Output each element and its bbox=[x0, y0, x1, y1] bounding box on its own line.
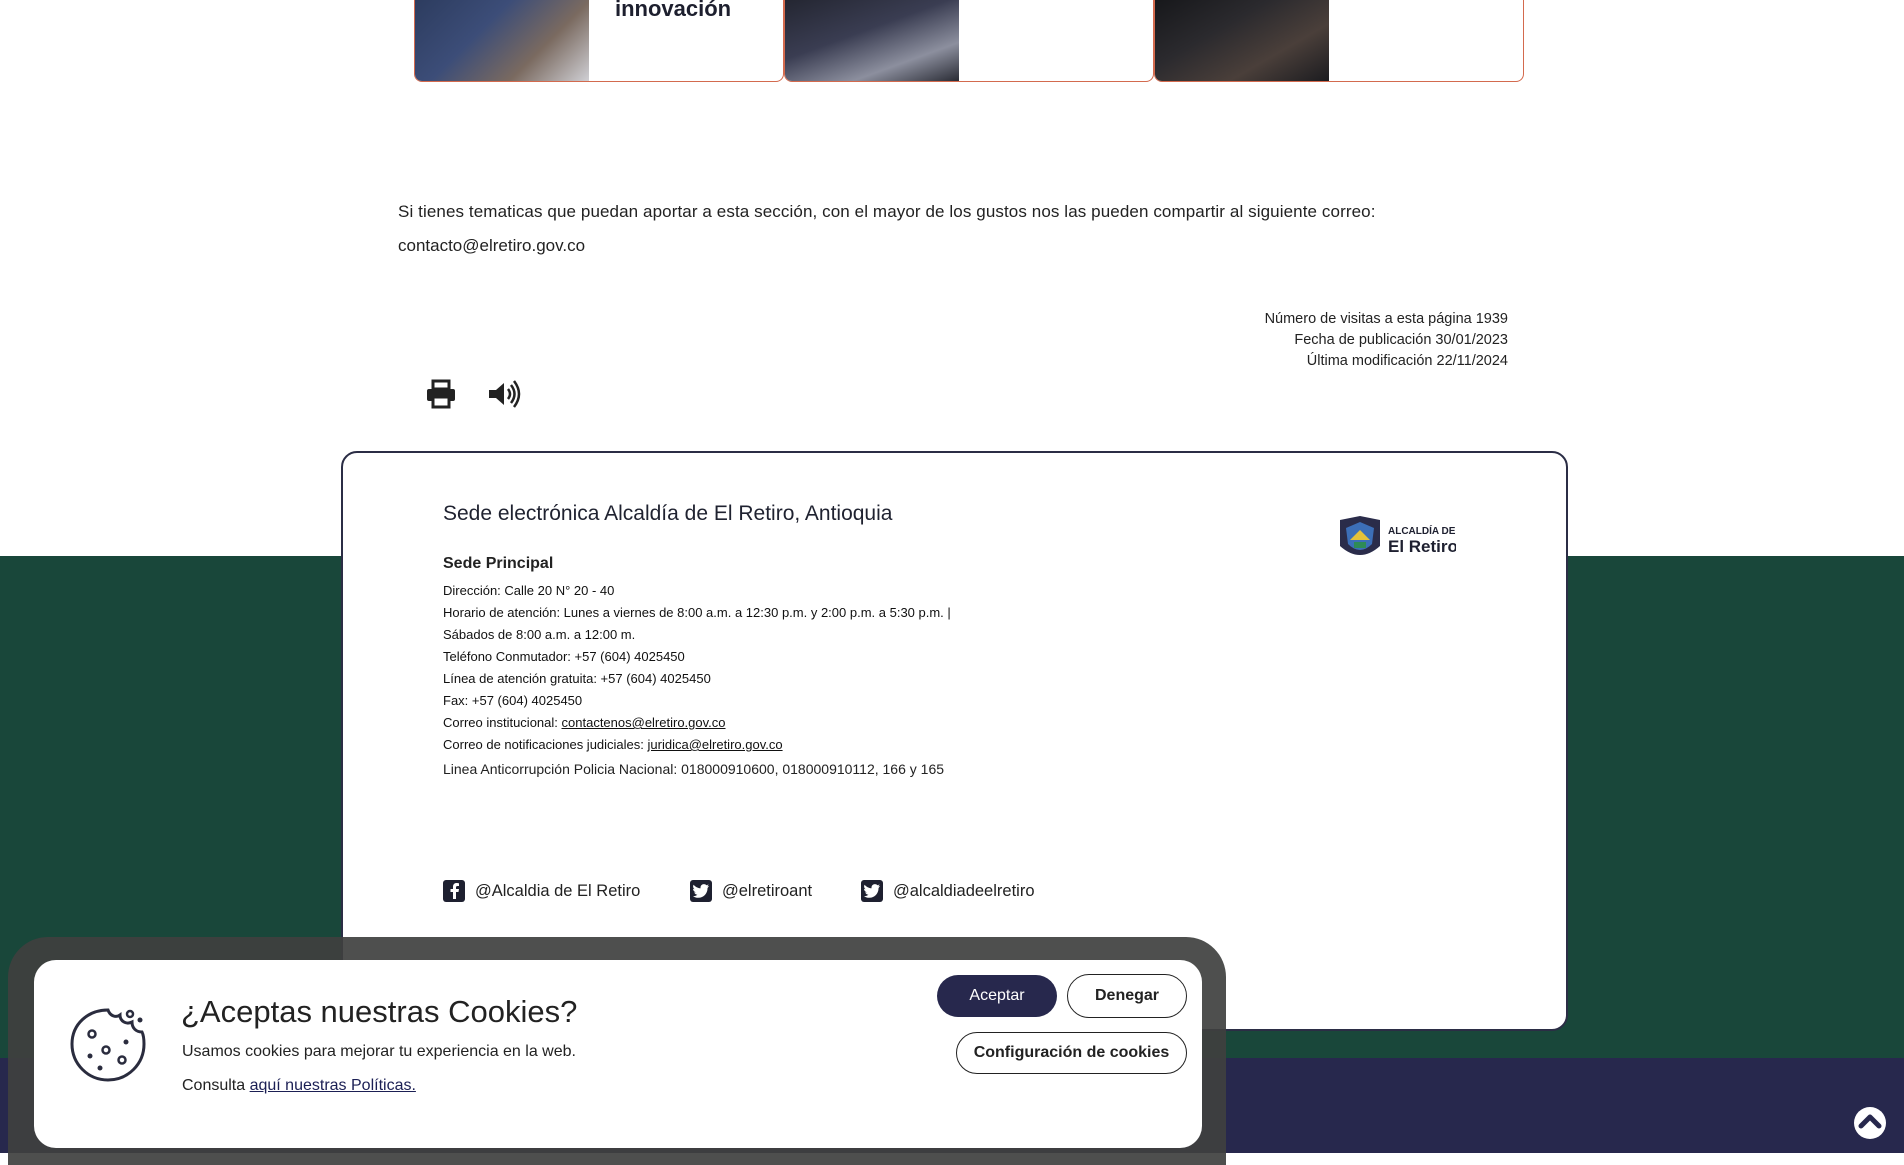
address: Dirección: Calle 20 N° 20 - 40 bbox=[443, 583, 615, 598]
modified-date: Última modificación 22/11/2024 bbox=[1306, 353, 1508, 369]
card-image bbox=[785, 0, 959, 81]
card-image bbox=[415, 0, 589, 81]
office-hours: Horario de atención: Lunes a viernes de … bbox=[443, 605, 951, 642]
speaker-icon[interactable] bbox=[486, 378, 522, 412]
cookie-icon bbox=[70, 1006, 146, 1082]
contact-email[interactable]: contacto@elretiro.gov.co bbox=[398, 236, 585, 256]
switchboard-phone: Teléfono Conmutador: +57 (604) 4025450 bbox=[443, 649, 685, 664]
card-title: innovación bbox=[615, 0, 732, 21]
svg-text:El Retiro: El Retiro bbox=[1388, 537, 1456, 556]
accept-cookies-button[interactable]: Aceptar bbox=[937, 975, 1057, 1017]
institutional-email-label: Correo institucional: bbox=[443, 715, 558, 730]
card-image bbox=[1155, 0, 1329, 81]
cookie-description: Usamos cookies para mejorar tu experienc… bbox=[182, 1043, 576, 1060]
main-office-heading: Sede Principal bbox=[443, 555, 554, 572]
twitter-icon bbox=[861, 880, 883, 902]
anticorruption-line: Linea Anticorrupción Policia Nacional: 0… bbox=[443, 761, 945, 777]
facebook-handle: @Alcaldia de El Retiro bbox=[475, 881, 641, 900]
free-line: Línea de atención gratuita: +57 (604) 40… bbox=[443, 671, 711, 686]
deny-cookies-button[interactable]: Denegar bbox=[1067, 974, 1187, 1018]
print-icon[interactable] bbox=[424, 378, 460, 412]
cookie-policy-prefix: Consulta bbox=[182, 1077, 250, 1094]
contribution-text: Si tienes tematicas que puedan aportar a… bbox=[398, 202, 1376, 221]
social-facebook[interactable]: @Alcaldia de El Retiro bbox=[443, 878, 640, 904]
alcaldia-logo[interactable]: ALCALDÍA DE El Retiro bbox=[1336, 512, 1458, 568]
visit-count: Número de visitas a esta página 1939 bbox=[1264, 311, 1508, 327]
publish-date: Fecha de publicación 30/01/2023 bbox=[1294, 332, 1508, 348]
judicial-email-link[interactable]: juridica@elretiro.gov.co bbox=[648, 737, 783, 752]
fax: Fax: +57 (604) 4025450 bbox=[443, 693, 583, 708]
svg-text:ALCALDÍA DE: ALCALDÍA DE bbox=[1388, 524, 1456, 537]
cookie-policy-line: Consulta aquí nuestras Políticas. bbox=[182, 1077, 416, 1095]
card-2[interactable] bbox=[784, 0, 1154, 82]
judicial-email-label: Correo de notificaciones judiciales: bbox=[443, 737, 644, 752]
institutional-email-link[interactable]: contactenos@elretiro.gov.co bbox=[562, 715, 726, 730]
twitter-handle: @elretiroant bbox=[722, 881, 813, 900]
institutional-email-row: Correo institucional: contactenos@elreti… bbox=[443, 712, 963, 734]
social-twitter-alcaldiadeelretiro[interactable]: @alcaldiadeelretiro bbox=[861, 878, 1035, 904]
cookie-settings-button[interactable]: Configuración de cookies bbox=[956, 1032, 1187, 1074]
office-info: Dirección: Calle 20 N° 20 - 40 Horario d… bbox=[443, 580, 963, 756]
twitter-icon bbox=[690, 880, 712, 902]
twitter-handle: @alcaldiadeelretiro bbox=[893, 881, 1035, 900]
page-metadata: Número de visitas a esta página 1939 Fec… bbox=[1265, 309, 1508, 372]
related-cards: innovación bbox=[414, 0, 1524, 82]
footer-title: Sede electrónica Alcaldía de El Retiro, … bbox=[443, 502, 893, 525]
social-twitter-elretiroant[interactable]: @elretiroant bbox=[690, 878, 812, 904]
cookie-policy-link[interactable]: aquí nuestras Políticas. bbox=[250, 1077, 416, 1094]
facebook-icon bbox=[443, 880, 465, 902]
judicial-email-row: Correo de notificaciones judiciales: jur… bbox=[443, 734, 963, 756]
cookie-title: ¿Aceptas nuestras Cookies? bbox=[181, 994, 578, 1029]
card-3[interactable] bbox=[1154, 0, 1524, 82]
scroll-to-top-icon[interactable] bbox=[1852, 1105, 1888, 1141]
card-innovacion[interactable]: innovación bbox=[414, 0, 784, 82]
